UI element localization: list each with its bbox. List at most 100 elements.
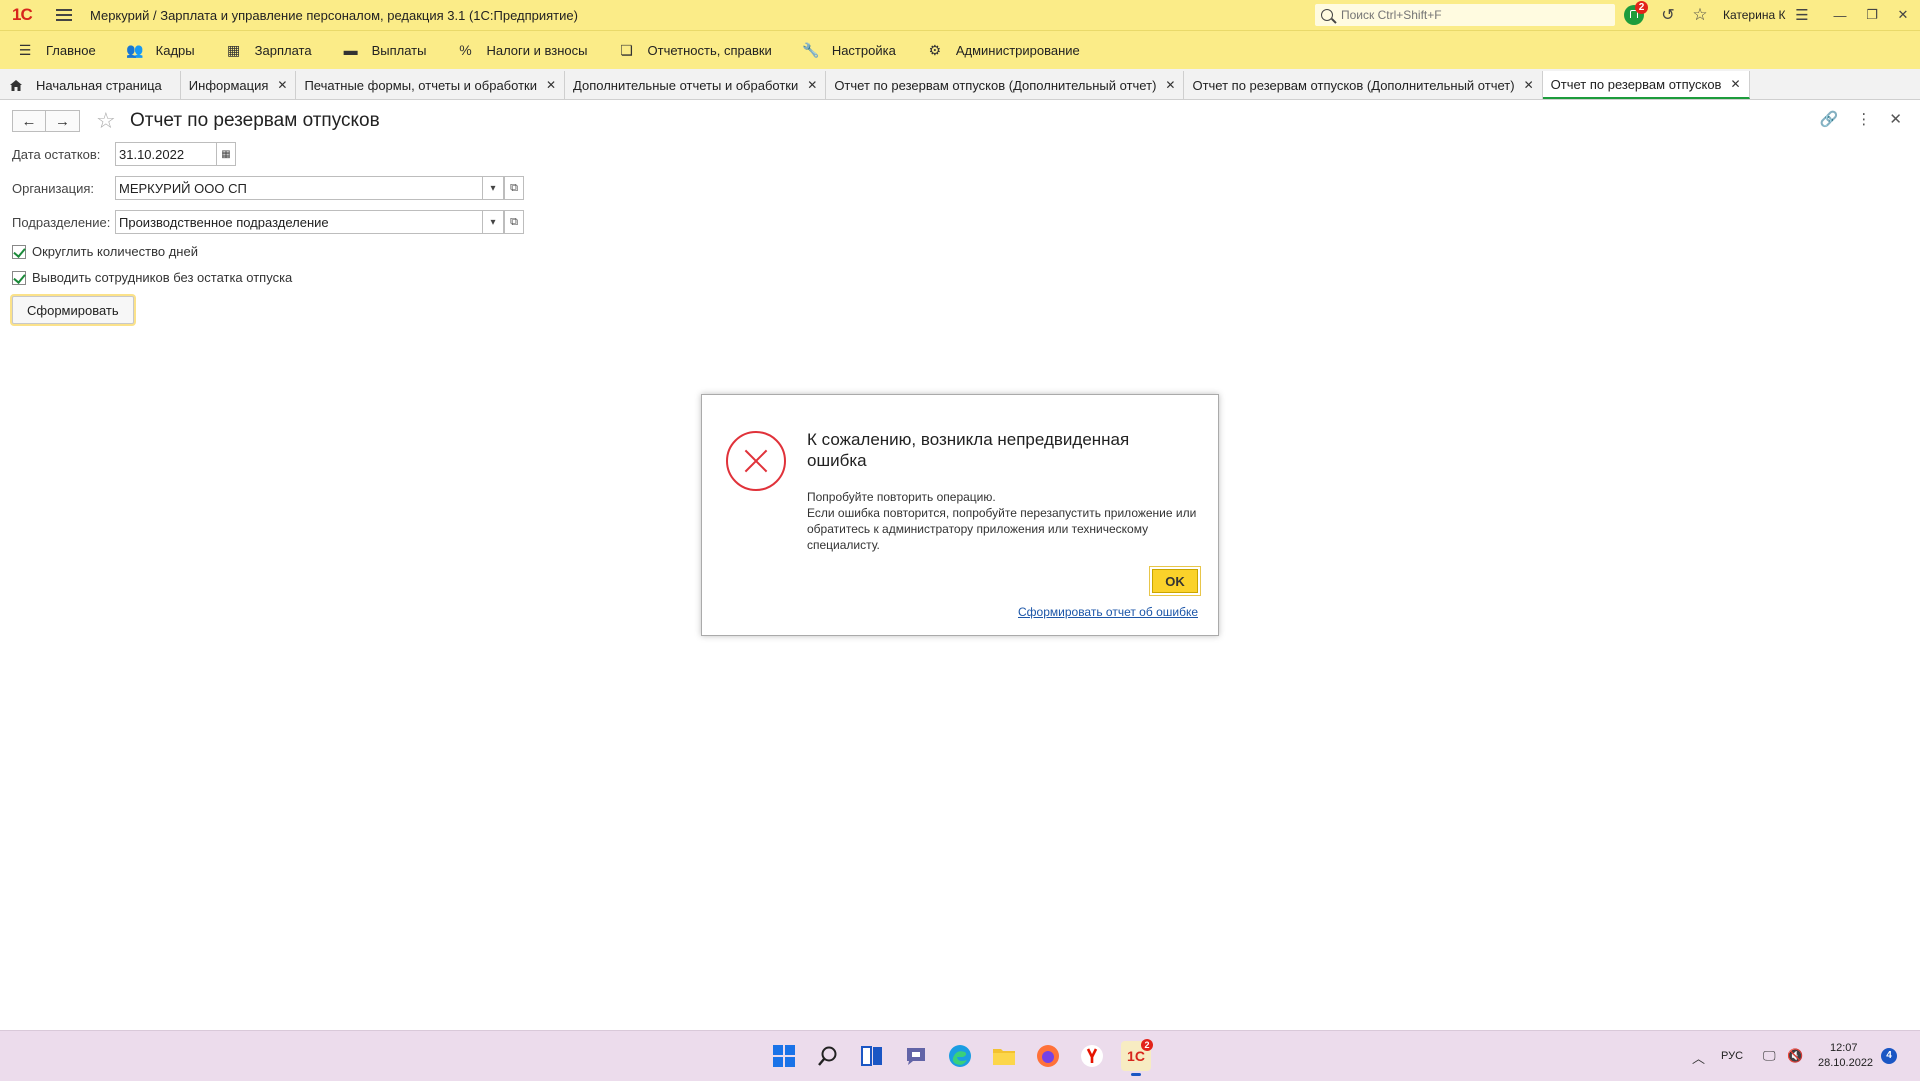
close-tab-icon[interactable]: ✕ xyxy=(546,78,556,92)
firefox-logo-icon xyxy=(1037,1045,1059,1067)
onec-logo-icon: 1С xyxy=(1127,1048,1145,1064)
dept-open-icon[interactable]: ⧉ xyxy=(504,210,524,234)
org-label: Организация: xyxy=(12,181,95,196)
wrench-icon: 🔧 xyxy=(802,41,820,58)
link-icon[interactable]: 🔗 xyxy=(1820,110,1839,128)
search-box[interactable] xyxy=(1315,4,1615,26)
volume-muted-icon[interactable]: 🔇 xyxy=(1787,1048,1803,1064)
tab-home[interactable]: Начальная страница xyxy=(0,71,181,99)
org-dropdown-icon[interactable]: ▾ xyxy=(482,177,503,199)
tab-reserve-report[interactable]: Отчет по резервам отпусков ✕ xyxy=(1542,71,1750,99)
task-view-icon[interactable] xyxy=(857,1041,887,1071)
tab-additional-reports[interactable]: Дополнительные отчеты и обработки ✕ xyxy=(565,71,827,99)
tab-print-forms[interactable]: Печатные формы, отчеты и обработки ✕ xyxy=(296,71,566,99)
minimize-icon[interactable]: — xyxy=(1830,5,1850,25)
tab-reserve-report-additional-2[interactable]: Отчет по резервам отпусков (Дополнительн… xyxy=(1184,71,1543,99)
onec-app-icon[interactable]: 1С 2 xyxy=(1121,1039,1153,1076)
error-report-link[interactable]: Сформировать отчет об ошибке xyxy=(1018,605,1198,619)
sections-panel: ☰ Главное 👥 Кадры ▦ Зарплата ▬ Выплаты % Нало… xyxy=(0,30,1920,69)
yandex-browser-icon[interactable] xyxy=(1077,1041,1107,1071)
file-explorer-icon[interactable] xyxy=(989,1041,1019,1071)
more-actions-icon[interactable]: ⋮ xyxy=(1856,110,1871,128)
tray-chevron-up-icon[interactable]: ︿ xyxy=(1692,1048,1705,1067)
section-reports[interactable]: ❏ Отчетность, справки xyxy=(606,31,784,69)
history-icon[interactable]: ↺ xyxy=(1658,5,1678,25)
active-app-indicator xyxy=(1131,1073,1141,1076)
wallet-icon: ▬ xyxy=(343,42,358,58)
dialog-message-line-1: Попробуйте повторить операцию. xyxy=(807,490,996,504)
start-icon[interactable] xyxy=(769,1041,799,1071)
calculator-icon: ▦ xyxy=(227,41,241,58)
section-payments[interactable]: ▬ Выплаты xyxy=(330,31,439,69)
form-title: Отчет по резервам отпусков xyxy=(130,110,380,131)
dept-dropdown-icon[interactable]: ▾ xyxy=(482,211,503,233)
ok-button[interactable]: OK xyxy=(1152,569,1198,593)
tab-reserve-report-additional-1[interactable]: Отчет по резервам отпусков (Дополнительн… xyxy=(826,71,1185,99)
people-icon: 👥 xyxy=(125,41,144,58)
calendar-icon[interactable]: ▦ xyxy=(216,143,235,165)
edge-icon xyxy=(949,1045,971,1067)
bell-icon: 2 xyxy=(1624,1,1648,25)
close-form-icon[interactable]: ✕ xyxy=(1889,110,1902,128)
close-tab-icon[interactable]: ✕ xyxy=(807,78,817,92)
taskbar: 1С 2 ︿ РУС 🖵 🔇 12:07 28.10.2022 4 xyxy=(0,1030,1920,1081)
back-button[interactable]: ← xyxy=(12,110,46,132)
round-days-checkbox[interactable] xyxy=(12,244,26,259)
close-tab-icon[interactable]: ✕ xyxy=(1524,78,1534,92)
main-menu-icon[interactable] xyxy=(56,9,72,21)
show-no-balance-checkbox[interactable] xyxy=(12,270,26,285)
show-no-balance-label[interactable]: Выводить сотрудников без остатка отпуска xyxy=(32,270,292,285)
taskbar-search-icon[interactable] xyxy=(813,1041,843,1071)
org-row: Организация: xyxy=(12,181,94,196)
edge-browser-icon[interactable] xyxy=(945,1041,975,1071)
form-actions: 🔗 ⋮ ✕ xyxy=(1820,110,1902,128)
notification-center-badge[interactable]: 4 xyxy=(1881,1048,1897,1064)
close-tab-icon[interactable]: ✕ xyxy=(1730,77,1740,91)
arrow-right-icon: → xyxy=(55,112,70,130)
clock-time[interactable]: 12:07 xyxy=(1830,1042,1858,1054)
user-name[interactable]: Катерина К xyxy=(1723,8,1785,22)
network-icon[interactable]: 🖵 xyxy=(1763,1048,1776,1064)
org-input[interactable] xyxy=(116,177,483,199)
notifications-button[interactable]: 2 xyxy=(1622,1,1648,25)
arrow-left-icon: ← xyxy=(21,112,37,130)
firefox-icon[interactable] xyxy=(1033,1041,1063,1071)
section-admin[interactable]: ⚙ Администрирование xyxy=(914,31,1092,69)
show-no-balance-row: Выводить сотрудников без остатка отпуска xyxy=(12,270,292,285)
section-hr[interactable]: 👥 Кадры xyxy=(114,31,207,69)
close-tab-icon[interactable]: ✕ xyxy=(1165,78,1175,92)
round-days-label[interactable]: Округлить количество дней xyxy=(32,244,198,259)
yandex-logo-icon xyxy=(1081,1045,1103,1067)
search-input[interactable] xyxy=(1339,7,1603,23)
restore-icon[interactable]: ❐ xyxy=(1862,5,1882,25)
app-logo[interactable]: 1С xyxy=(12,5,42,25)
section-taxes[interactable]: % Налоги и взносы xyxy=(444,31,599,69)
settings-menu-icon[interactable]: ☰ xyxy=(1793,5,1811,25)
favorite-star-icon[interactable]: ☆ xyxy=(96,108,116,134)
generate-button[interactable]: Сформировать xyxy=(12,296,134,324)
notifications-badge: 2 xyxy=(1635,1,1648,14)
close-tab-icon[interactable]: ✕ xyxy=(277,78,287,92)
gear-icon: ⚙ xyxy=(928,41,942,58)
section-salary[interactable]: ▦ Зарплата xyxy=(213,31,324,69)
chat-icon[interactable] xyxy=(901,1041,931,1071)
magnifier-icon xyxy=(818,1046,837,1066)
documents-icon: ❏ xyxy=(620,41,633,58)
org-field[interactable]: ▾ xyxy=(115,176,504,200)
date-input[interactable] xyxy=(116,143,216,165)
date-field[interactable]: ▦ xyxy=(115,142,236,166)
section-main[interactable]: ☰ Главное xyxy=(0,31,108,69)
dept-field[interactable]: ▾ xyxy=(115,210,504,234)
org-open-icon[interactable]: ⧉ xyxy=(504,176,524,200)
onec-badge: 2 xyxy=(1141,1039,1153,1051)
section-settings[interactable]: 🔧 Настройка xyxy=(790,31,908,69)
windows-logo-icon xyxy=(773,1045,795,1067)
clock-date[interactable]: 28.10.2022 xyxy=(1818,1057,1873,1069)
favorites-icon[interactable]: ☆ xyxy=(1690,5,1710,25)
forward-button[interactable]: → xyxy=(46,110,80,132)
tab-info[interactable]: Информация ✕ xyxy=(180,71,297,99)
dialog-message-line-2: Если ошибка повторится, попробуйте перез… xyxy=(807,506,1197,552)
language-indicator[interactable]: РУС xyxy=(1721,1050,1743,1062)
dept-input[interactable] xyxy=(116,211,483,233)
close-window-icon[interactable]: ✕ xyxy=(1893,5,1913,25)
